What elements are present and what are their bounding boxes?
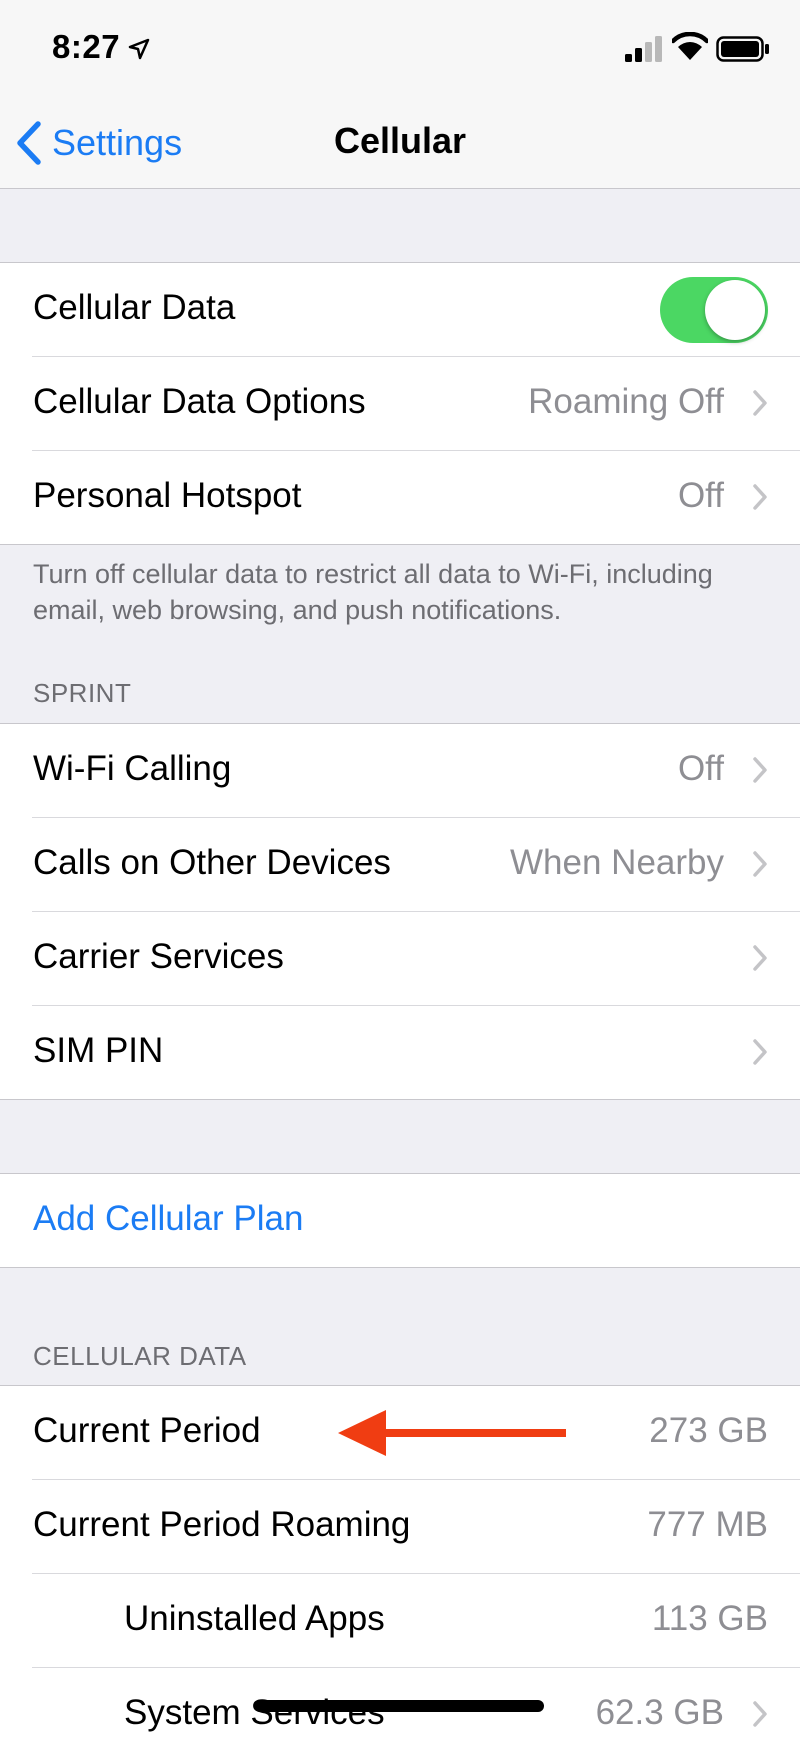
chevron-right-icon: [753, 390, 767, 416]
add-plan-group: Add Cellular Plan: [0, 1173, 800, 1268]
calls-on-other-devices-row[interactable]: Calls on Other Devices When Nearby: [32, 818, 800, 912]
status-time: 8:27: [52, 28, 121, 65]
battery-icon: [716, 36, 769, 62]
cellular-data-options-row[interactable]: Cellular Data Options Roaming Off: [32, 357, 800, 451]
sprint-group: Wi-Fi Calling Off Calls on Other Devices…: [0, 723, 800, 1100]
current-period-roaming-label: Current Period Roaming: [33, 1505, 411, 1544]
system-services-row[interactable]: System Services 62.3 GB: [32, 1668, 800, 1761]
cellular-data-group: Cellular Data Cellular Data Options Roam…: [0, 262, 800, 545]
chevron-right-icon: [753, 1701, 767, 1727]
current-period-roaming-value: 777 MB: [647, 1505, 768, 1544]
cellular-data-toggle[interactable]: [660, 277, 768, 343]
wifi-calling-label: Wi-Fi Calling: [33, 749, 232, 788]
calls-on-other-devices-label: Calls on Other Devices: [33, 843, 391, 882]
system-services-label: System Services: [124, 1693, 385, 1732]
cellular-data-footer-note: Turn off cellular data to restrict all d…: [33, 559, 713, 625]
personal-hotspot-row[interactable]: Personal Hotspot Off: [32, 451, 800, 544]
uninstalled-apps-label: Uninstalled Apps: [124, 1599, 385, 1638]
add-cellular-plan-row[interactable]: Add Cellular Plan: [32, 1174, 800, 1267]
sim-pin-label: SIM PIN: [33, 1031, 164, 1070]
system-services-value: 62.3 GB: [595, 1693, 724, 1732]
uninstalled-apps-row: Uninstalled Apps 113 GB: [32, 1574, 800, 1668]
carrier-services-label: Carrier Services: [33, 937, 284, 976]
cellular-data-row: Cellular Data: [32, 263, 800, 357]
cellular-data-options-label: Cellular Data Options: [33, 382, 366, 421]
personal-hotspot-label: Personal Hotspot: [33, 476, 302, 515]
chevron-right-icon: [753, 757, 767, 783]
sprint-section-header: SPRINT: [33, 678, 132, 708]
carrier-services-row[interactable]: Carrier Services: [32, 912, 800, 1006]
cellular-data-section-header: CELLULAR DATA: [33, 1341, 247, 1371]
navigation-bar: Settings Cellular: [0, 100, 800, 189]
home-indicator[interactable]: [254, 1700, 544, 1712]
sim-pin-row[interactable]: SIM PIN: [32, 1006, 800, 1099]
cellular-signal-icon: [625, 36, 662, 62]
current-period-value: 273 GB: [649, 1411, 768, 1450]
toggle-knob: [705, 280, 765, 340]
chevron-right-icon: [753, 945, 767, 971]
wifi-calling-value: Off: [677, 749, 724, 788]
calls-on-other-devices-value: When Nearby: [510, 843, 724, 882]
location-arrow-icon: [128, 38, 150, 60]
wifi-icon: [672, 32, 708, 60]
uninstalled-apps-value: 113 GB: [651, 1599, 768, 1638]
status-bar: 8:27: [0, 0, 800, 100]
add-cellular-plan-link[interactable]: Add Cellular Plan: [33, 1199, 303, 1239]
personal-hotspot-value: Off: [677, 476, 724, 515]
current-period-roaming-row: Current Period Roaming 777 MB: [32, 1480, 800, 1574]
annotation-arrow-icon: [338, 1410, 566, 1456]
chevron-right-icon: [753, 484, 767, 510]
cellular-data-options-value: Roaming Off: [528, 382, 724, 421]
wifi-calling-row[interactable]: Wi-Fi Calling Off: [32, 724, 800, 818]
current-period-label: Current Period: [33, 1411, 261, 1450]
page-title: Cellular: [333, 120, 467, 161]
chevron-right-icon: [753, 851, 767, 877]
chevron-right-icon: [753, 1039, 767, 1065]
cellular-data-label: Cellular Data: [33, 288, 236, 327]
